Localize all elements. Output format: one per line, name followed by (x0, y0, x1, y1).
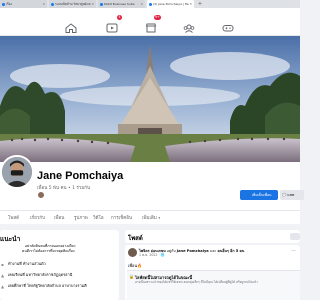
facebook-favicon-icon (51, 2, 54, 6)
posts-header: โพสต์ (125, 230, 300, 243)
tab-more[interactable]: เพิ่มเติม ▾ (142, 214, 160, 221)
tab-more-label: เพิ่มเติม (142, 216, 157, 221)
tab-videos[interactable]: วิดีโอ (93, 214, 104, 221)
browser-tab-bar: เรื่อง ✕ ระบบเปิดบ้าน วิทยาศูนย์และ ยุทธ… (0, 0, 300, 8)
tab-checkins[interactable]: การเช็คอิน (111, 214, 132, 221)
messenger-icon: 💬 (282, 193, 287, 197)
browser-tab[interactable]: Kbbit Business Suite ✕ (98, 0, 145, 8)
education-icon: ▲ (1, 273, 5, 278)
close-tab-icon[interactable]: ✕ (42, 2, 45, 6)
filters-button[interactable] (290, 233, 300, 240)
post-body: เพื่อน🔥 (128, 263, 143, 268)
more-options-icon[interactable]: ··· (291, 248, 296, 254)
facebook-favicon-icon (100, 2, 103, 6)
gaming-icon[interactable] (222, 18, 234, 32)
browser-tab[interactable]: ระบบเปิดบ้าน วิทยาศูนย์และ ยุทธ 5 ✕ (49, 0, 96, 8)
intro-title: แนะนำ (0, 235, 21, 243)
new-tab-button[interactable]: + (196, 0, 204, 8)
tab-posts[interactable]: โพสต์ (8, 214, 19, 221)
post-and-text: และ (209, 249, 217, 253)
close-tab-icon[interactable]: ✕ (140, 2, 143, 6)
posts-title: โพสต์ (128, 235, 143, 242)
post-author-avatar[interactable] (128, 248, 137, 257)
intro-education[interactable]: เคยเรียนที่ มหาวิทยาลัยราชภัฏอุดรธานี (8, 272, 72, 278)
chevron-down-icon: ▾ (158, 216, 161, 220)
briefcase-icon: ▪ (1, 262, 4, 267)
facebook-favicon-icon (2, 2, 5, 6)
tab-photos[interactable]: รูปภาพ (74, 214, 88, 221)
add-friend-button[interactable]: 👤 เพิ่มเป็นเพื่อน (240, 190, 278, 200)
profile-friends-count[interactable]: เพื่อน 5 พัน คน • 1 ร่วมกัน (37, 184, 90, 191)
browser-tab-label: ระบบเปิดบ้าน วิทยาศูนย์และ ยุทธ 5 (55, 1, 92, 6)
add-friend-icon: 👤 (246, 193, 251, 197)
notification-badge: 9+ (153, 15, 161, 20)
browser-tab[interactable]: เรื่อง ✕ (0, 0, 47, 8)
intro-work[interactable]: ทำงานที่ ทำงานส่วนตัว (8, 261, 46, 267)
post-tagged-name[interactable]: Jane Pomchaiya (177, 249, 209, 253)
mutual-friend-avatar[interactable] (37, 191, 45, 199)
lock-icon: 🔒 (129, 274, 134, 279)
intro-bio-line: คนดีเราไม่ต้องการที่จะหยุดคิดเรื่อง (22, 249, 75, 253)
watch-icon[interactable]: 4 (106, 15, 122, 33)
unavailable-content-card: 🔒 ไลฟ์สดนี้ไม่สามารถดูได้ในขณะนี้ อาจเป็… (127, 270, 300, 300)
message-label: แชท (287, 193, 295, 197)
browser-tab-label: Kbbit Business Suite (104, 2, 135, 6)
post-others-link[interactable]: คนอื่นๆ อีก 5 คน (218, 249, 245, 253)
post-with-text: อยู่กับ (166, 249, 176, 253)
education-icon: ▲ (1, 284, 5, 289)
cover-photo[interactable] (0, 36, 300, 162)
unavailable-subtitle: อาจเป็นเพราะเจ้าของได้แชร์ให้เฉพาะคนกลุ่… (135, 280, 258, 284)
close-tab-icon[interactable]: ✕ (189, 2, 192, 6)
home-icon[interactable] (65, 18, 77, 33)
profile-avatar[interactable] (0, 155, 34, 189)
tab-friends[interactable]: เพื่อน (54, 214, 64, 221)
tab-about[interactable]: เกี่ยวกับ (30, 214, 45, 221)
post-card: ไพจิตร อ่อนเกษม อยู่กับ Jane Pomchaiya แ… (125, 245, 300, 300)
groups-icon[interactable] (183, 18, 195, 33)
profile-tabs: โพสต์ เกี่ยวกับ เพื่อน รูปภาพ วิดีโอ การ… (0, 210, 300, 224)
browser-tab-active[interactable]: (3) Jane Pomchaiya | Facebook ✕ (147, 0, 194, 8)
post-timestamp[interactable]: 1 พ.ค. 2022 · 🌐 (139, 253, 164, 258)
close-tab-icon[interactable]: ✕ (91, 2, 94, 6)
intro-card: แนะนำ อย่าตัดสินคนที่ภายนอกอย่างเดียว คน… (0, 230, 119, 300)
notification-badge: 4 (117, 15, 122, 20)
marketplace-icon[interactable]: 9+ (145, 15, 161, 33)
profile-name: Jane Pomchaiya (37, 170, 124, 182)
browser-tab-label: (3) Jane Pomchaiya | Facebook (153, 2, 189, 6)
browser-tab-label: เรื่อง (6, 1, 12, 6)
facebook-top-nav: 4 9+ (0, 8, 300, 36)
add-friend-label: เพิ่มเป็นเพื่อน (251, 193, 272, 197)
intro-education[interactable]: เคยศึกษาที่ ไทยรัฐวิทยาลัยตำบล อาษาบางรา… (8, 283, 87, 289)
facebook-favicon-icon (149, 2, 152, 6)
message-button[interactable]: 💬 แชท (280, 190, 304, 200)
